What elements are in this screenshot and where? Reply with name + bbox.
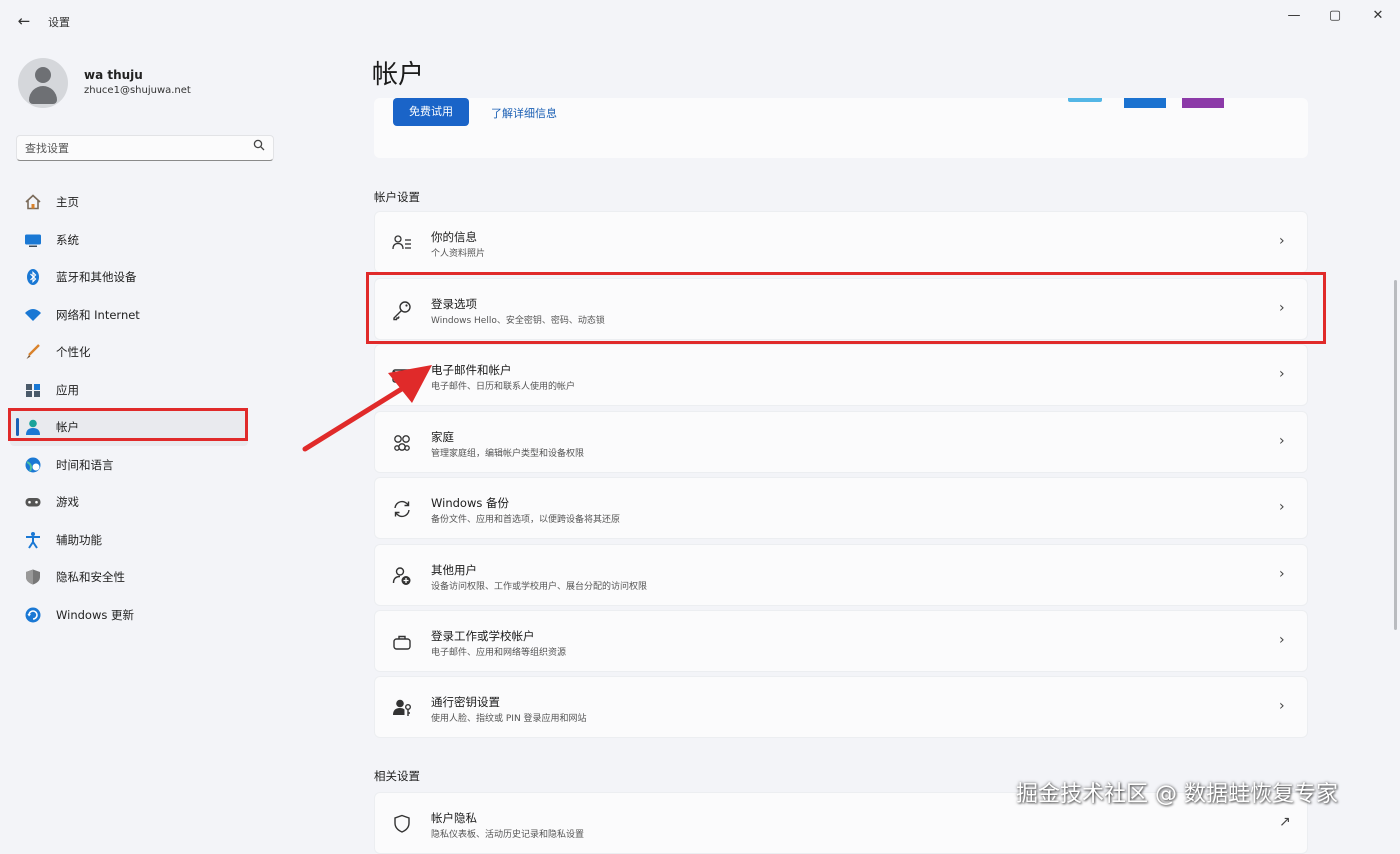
section-title-related-settings: 相关设置 — [374, 769, 420, 783]
card-subtitle: 管理家庭组，编辑帐户类型和设备权限 — [431, 449, 585, 459]
person-info-icon — [391, 232, 413, 254]
card-passkey-settings[interactable]: 通行密钥设置 使用人脸、指纹或 PIN 登录应用和网站 › — [374, 676, 1308, 738]
learn-more-link[interactable]: 了解详细信息 — [491, 105, 557, 121]
card-title: 帐户隐私 — [431, 811, 477, 825]
sidebar-item-home[interactable]: 主页 — [10, 183, 248, 221]
card-subtitle: 隐私仪表板、活动历史记录和隐私设置 — [431, 830, 585, 840]
search-icon[interactable] — [253, 139, 265, 154]
close-button[interactable]: ✕ — [1364, 6, 1392, 26]
card-subtitle: 使用人脸、指纹或 PIN 登录应用和网站 — [431, 714, 587, 724]
sidebar-item-label: 应用 — [56, 382, 79, 397]
window-title: 设置 — [48, 16, 70, 29]
briefcase-icon — [391, 631, 413, 653]
sidebar-item-network[interactable]: 网络和 Internet — [10, 296, 248, 334]
page-title: 帐户 — [372, 60, 425, 90]
card-subtitle: 个人资料照片 — [431, 249, 486, 259]
sidebar-item-label: 辅助功能 — [56, 532, 102, 547]
shield-icon — [391, 813, 413, 835]
back-arrow-icon[interactable]: ← — [14, 11, 34, 31]
card-subtitle: 备份文件、应用和首选项，以便跨设备将其还原 — [431, 515, 621, 525]
free-trial-button[interactable]: 免费试用 — [393, 98, 469, 126]
watermark: 掘金技术社区 @ 数据蛙恢复专家 — [1016, 782, 1338, 807]
user-profile[interactable]: wa thuju zhuce1@shujuwa.net — [18, 58, 298, 108]
avatar-body — [29, 86, 57, 104]
accessibility-icon — [24, 531, 42, 549]
chevron-right-icon: › — [1279, 632, 1285, 648]
wifi-icon — [24, 306, 42, 324]
sidebar-item-system[interactable]: 系统 — [10, 221, 248, 259]
chevron-right-icon: › — [1279, 566, 1285, 582]
maximize-button[interactable]: ▢ — [1321, 6, 1349, 26]
promo-card: 免费试用 了解详细信息 — [374, 98, 1308, 158]
title-bar: ← 设置 — ▢ ✕ — [0, 0, 1400, 40]
scrollbar[interactable] — [1394, 280, 1397, 630]
passkey-icon — [391, 697, 413, 719]
sidebar-item-windows-update[interactable]: Windows 更新 — [10, 596, 248, 634]
promo-image-3 — [1182, 98, 1224, 108]
card-your-info[interactable]: 你的信息 个人资料照片 › — [374, 211, 1308, 273]
bluetooth-icon — [24, 268, 42, 286]
update-icon — [24, 606, 42, 624]
avatar — [18, 58, 68, 108]
chevron-right-icon: › — [1279, 698, 1285, 714]
chevron-right-icon: › — [1279, 433, 1285, 449]
annotation-arrow-icon — [302, 365, 432, 452]
sidebar-item-bluetooth[interactable]: 蓝牙和其他设备 — [10, 258, 248, 296]
card-windows-backup[interactable]: Windows 备份 备份文件、应用和首选项，以便跨设备将其还原 › — [374, 477, 1308, 539]
sidebar-item-label: 游戏 — [56, 495, 79, 509]
sidebar-item-apps[interactable]: 应用 — [10, 371, 248, 409]
card-title: 通行密钥设置 — [431, 695, 500, 709]
promo-image-2 — [1124, 98, 1166, 108]
card-title: Windows 备份 — [431, 496, 509, 510]
highlight-box-sign-in-options — [366, 272, 1326, 344]
sidebar-item-time-language[interactable]: 时间和语言 — [10, 446, 248, 484]
profile-name: wa thuju — [84, 68, 143, 82]
sidebar-item-accessibility[interactable]: 辅助功能 — [10, 521, 248, 559]
sidebar-item-gaming[interactable]: 游戏 — [10, 483, 248, 521]
card-work-school[interactable]: 登录工作或学校帐户 电子邮件、应用和网络等组织资源 › — [374, 610, 1308, 672]
sidebar-item-label: 时间和语言 — [56, 457, 114, 472]
sidebar-item-label: 系统 — [56, 232, 79, 247]
card-subtitle: 电子邮件、应用和网络等组织资源 — [431, 648, 567, 658]
gamepad-icon — [24, 493, 42, 511]
card-email-accounts[interactable]: 电子邮件和帐户 电子邮件、日历和联系人使用的帐户 › — [374, 344, 1308, 406]
sidebar-item-privacy[interactable]: 隐私和安全性 — [10, 558, 248, 596]
chevron-right-icon: › — [1279, 366, 1285, 382]
search-box[interactable] — [16, 135, 274, 161]
promo-image-1 — [1068, 98, 1102, 102]
sidebar-item-label: 主页 — [56, 195, 79, 209]
card-subtitle: 设备访问权限、工作或学校用户、展台分配的访问权限 — [431, 582, 648, 592]
person-add-icon — [391, 565, 413, 587]
sidebar-item-label: 隐私和安全性 — [56, 570, 125, 584]
display-icon — [24, 231, 42, 249]
globe-clock-icon — [24, 456, 42, 474]
card-family[interactable]: 家庭 管理家庭组，编辑帐户类型和设备权限 › — [374, 411, 1308, 473]
apps-icon — [24, 381, 42, 399]
minimize-button[interactable]: — — [1280, 6, 1308, 26]
card-title: 登录工作或学校帐户 — [431, 629, 535, 643]
card-subtitle: 电子邮件、日历和联系人使用的帐户 — [431, 382, 576, 392]
card-title: 其他用户 — [431, 563, 477, 577]
chevron-right-icon: › — [1279, 499, 1285, 515]
search-input[interactable] — [25, 139, 245, 157]
chevron-right-icon: › — [1279, 233, 1285, 249]
sync-icon — [391, 498, 413, 520]
card-title: 你的信息 — [431, 230, 477, 244]
sidebar-item-label: Windows 更新 — [56, 607, 134, 622]
sidebar-item-personalization[interactable]: 个性化 — [10, 333, 248, 371]
sidebar-item-label: 蓝牙和其他设备 — [56, 270, 137, 284]
home-icon — [24, 193, 42, 211]
profile-email: zhuce1@shujuwa.net — [84, 85, 191, 96]
shield-icon — [24, 568, 42, 586]
card-other-users[interactable]: 其他用户 设备访问权限、工作或学校用户、展台分配的访问权限 › — [374, 544, 1308, 606]
sidebar-item-label: 网络和 Internet — [56, 307, 140, 322]
sidebar-item-label: 个性化 — [56, 345, 91, 359]
brush-icon — [24, 343, 42, 361]
section-title-account-settings: 帐户设置 — [374, 190, 420, 204]
highlight-box-sidebar-accounts — [8, 408, 248, 441]
avatar-head — [35, 67, 51, 83]
